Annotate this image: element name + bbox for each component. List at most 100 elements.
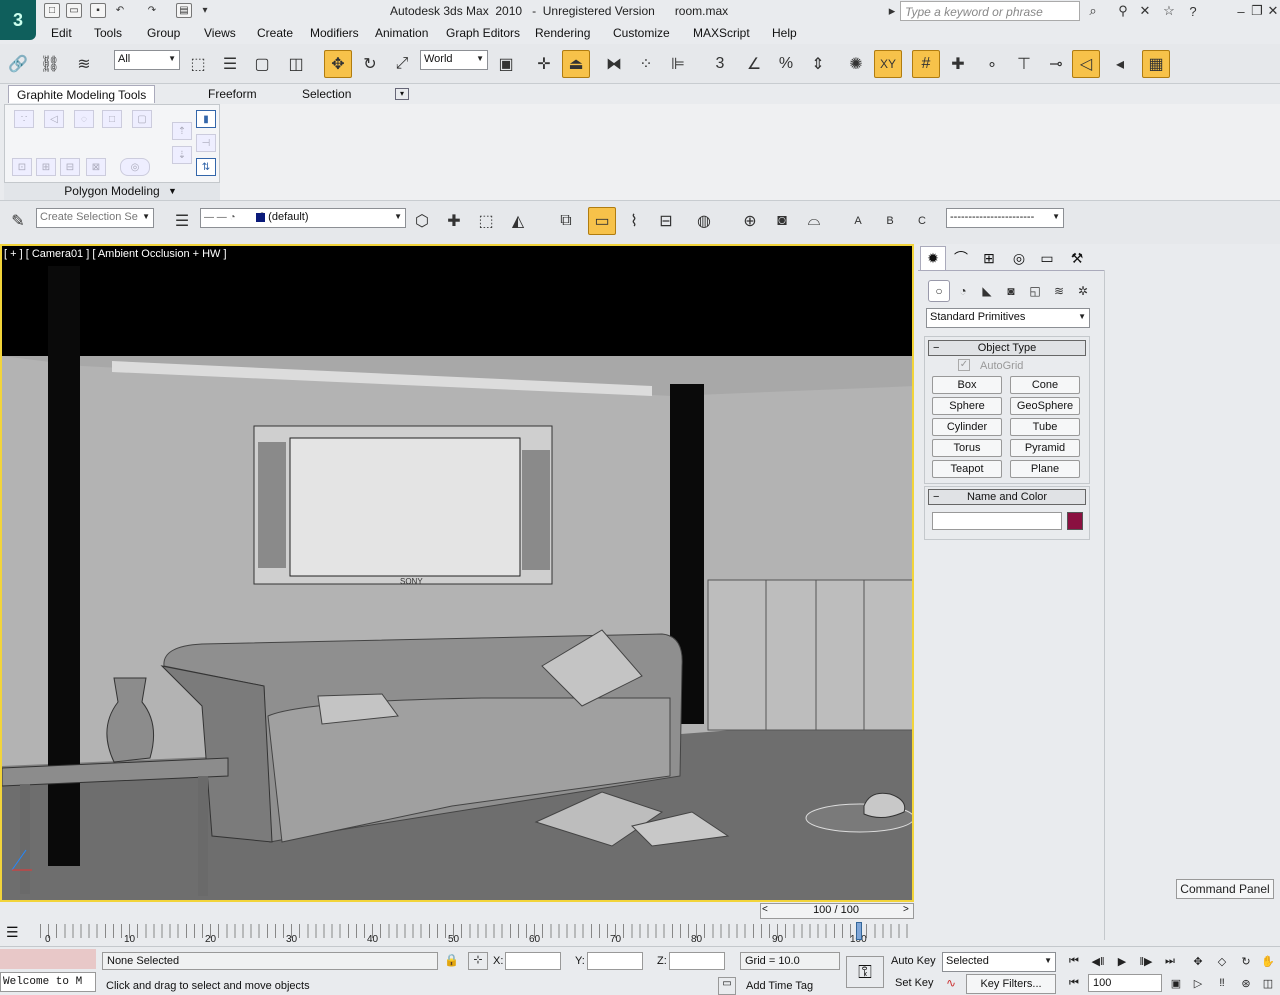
show-end-result-icon[interactable]: ▮ [196,110,216,128]
ribbon-options-icon[interactable]: ▾ [395,88,409,100]
select-manipulate-icon[interactable]: ✛ [530,50,558,78]
zoom-all-icon[interactable]: ◇ [1212,952,1232,970]
modify-tab-icon[interactable]: ⌒ [948,246,974,270]
name-color-header[interactable]: − Name and Color [928,489,1086,505]
vertex-snap-icon[interactable]: ∘ [978,50,1006,78]
container-b-icon[interactable]: B [876,207,904,235]
app-logo-icon[interactable]: 3 [0,0,36,40]
line-style-dropdown[interactable]: ----------------------- [946,208,1064,228]
next-frame-icon[interactable]: ‖▶ [1136,952,1156,970]
curve-editor-icon[interactable]: ⌇ [620,207,648,235]
search-input[interactable]: Type a keyword or phrase [900,1,1080,21]
select-link-icon[interactable]: 🔗 [4,50,32,78]
selection-filter-dropdown[interactable]: All [114,50,180,70]
scene-explorer-icon[interactable]: ▭ [588,207,616,235]
select-and-move-icon[interactable]: ✥ [324,50,352,78]
command-panel-button[interactable]: Command Panel [1176,879,1274,899]
menu-rendering[interactable]: Rendering [535,26,590,40]
pivot-center-icon[interactable]: ▣ [492,50,520,78]
shapes-icon[interactable]: ◔ [952,280,974,302]
pyramid-button[interactable]: Pyramid [1010,439,1080,457]
menu-views[interactable]: Views [204,26,236,40]
element-icon[interactable]: ▢ [132,110,152,128]
selection-region-icon[interactable]: ▢ [248,50,276,78]
new-file-icon[interactable]: □ [44,3,60,18]
quick-access-dropdown-icon[interactable]: ▾ [197,3,213,18]
menu-animation[interactable]: Animation [375,26,428,40]
time-slider-next-icon[interactable]: > [903,904,909,915]
x-coordinate-input[interactable] [505,952,561,970]
current-frame-input[interactable]: 100 [1088,974,1162,992]
undo-icon[interactable]: ↶ [112,3,128,18]
select-in-layer-icon[interactable]: ⬚ [472,207,500,235]
tab-graphite-modeling-tools[interactable]: Graphite Modeling Tools [8,85,156,103]
geosphere-button[interactable]: GeoSphere [1010,397,1080,415]
lock-selection-icon[interactable]: 🔒 [444,953,459,967]
space-warps-icon[interactable]: ≋ [1048,280,1070,302]
pivot-snap-icon[interactable]: ✚ [944,50,972,78]
close-icon[interactable]: ✕ [1264,2,1280,20]
polygon-icon[interactable]: □ [102,110,122,128]
panel-expand-icon[interactable]: ▼ [168,186,177,196]
quickslice-icon[interactable]: ⊟ [60,158,80,176]
menu-maxscript[interactable]: MAXScript [693,26,750,40]
reference-coordinate-dropdown[interactable]: World [420,50,488,70]
maximize-viewport-icon[interactable]: ◫ [1258,974,1278,992]
walk-through-icon[interactable]: ‼ [1212,974,1232,992]
vertex-icon[interactable]: ∵ [14,110,34,128]
menu-group[interactable]: Group [147,26,180,40]
current-frame-marker[interactable] [856,922,862,940]
viewport-label[interactable]: [ + ] [ Camera01 ] [ Ambient Occlusion +… [4,248,227,260]
tab-freeform[interactable]: Freeform [200,85,265,103]
array-icon[interactable]: ⁘ [632,50,660,78]
motion-tab-icon[interactable]: ◎ [1006,246,1032,270]
align-icon[interactable]: ⊫ [664,50,692,78]
torus-button[interactable]: Torus [932,439,1002,457]
select-and-rotate-icon[interactable]: ↻ [356,50,384,78]
key-tangent-icon[interactable]: ∿ [946,976,956,990]
go-to-start-icon[interactable]: ⏮ [1064,952,1084,970]
box-button[interactable]: Box [932,376,1002,394]
open-file-icon[interactable]: ▭ [66,3,82,18]
edge-snap-icon[interactable]: ⊤ [1010,50,1038,78]
menu-edit[interactable]: Edit [51,26,72,40]
keyboard-shortcut-override-icon[interactable]: ⏏ [562,50,590,78]
pan-icon[interactable]: ✋ [1258,952,1278,970]
object-name-input[interactable] [932,512,1062,530]
set-current-layer-icon[interactable]: ◭ [504,207,532,235]
key-filters-button[interactable]: Key Filters... [966,974,1056,994]
orbit-icon[interactable]: ↻ [1236,952,1256,970]
favorites-star-icon[interactable]: ☆ [1160,2,1178,20]
select-by-name-icon[interactable]: ☰ [216,50,244,78]
communication-center-icon[interactable]: ✕ [1136,2,1154,20]
modify-stack-down-icon[interactable]: ⇣ [172,146,192,164]
material-editor-icon[interactable]: ◍ [690,207,718,235]
menu-tools[interactable]: Tools [94,26,122,40]
sphere-button[interactable]: Sphere [932,397,1002,415]
named-selection-dropdown[interactable]: Create Selection Se [36,208,154,228]
object-color-swatch[interactable] [1067,512,1083,530]
grid-snap-icon[interactable]: # [912,50,940,78]
layer-manager-icon[interactable]: ☰ [168,207,196,235]
manage-layers-icon[interactable]: ⧉ [552,207,580,235]
preserve-uvs-icon[interactable]: ⊡ [12,158,32,176]
binoculars-icon[interactable]: ⌕ [1084,2,1102,20]
time-configuration-icon[interactable]: ▣ [1166,974,1186,992]
object-type-header[interactable]: − Object Type [928,340,1086,356]
snap-options-icon[interactable]: ✺ [842,50,870,78]
repeat-last-icon[interactable]: ⊞ [36,158,56,176]
camera-viewport[interactable]: SONY [ + ] [ Camera01 ] [ Ambient Occlus… [0,244,914,902]
redo-icon[interactable]: ↷ [144,3,160,18]
set-key-icon[interactable]: ⚿ [846,956,884,988]
menu-modifiers[interactable]: Modifiers [310,26,359,40]
snap-3d-icon[interactable]: 3 [706,50,734,78]
create-layer-icon[interactable]: ⬡ [408,207,436,235]
bind-space-warp-icon[interactable]: ≋ [70,50,98,78]
save-file-icon[interactable]: ▪ [90,3,106,18]
maxscript-listener-input[interactable]: Welcome to M [0,972,96,992]
edit-named-selection-icon[interactable]: ✎ [4,207,32,235]
plane-button[interactable]: Plane [1010,460,1080,478]
render-setup-icon[interactable]: ▦ [1142,50,1170,78]
angle-snap-icon[interactable]: ∠ [740,50,768,78]
collapse-icon[interactable]: ⊠ [86,158,106,176]
